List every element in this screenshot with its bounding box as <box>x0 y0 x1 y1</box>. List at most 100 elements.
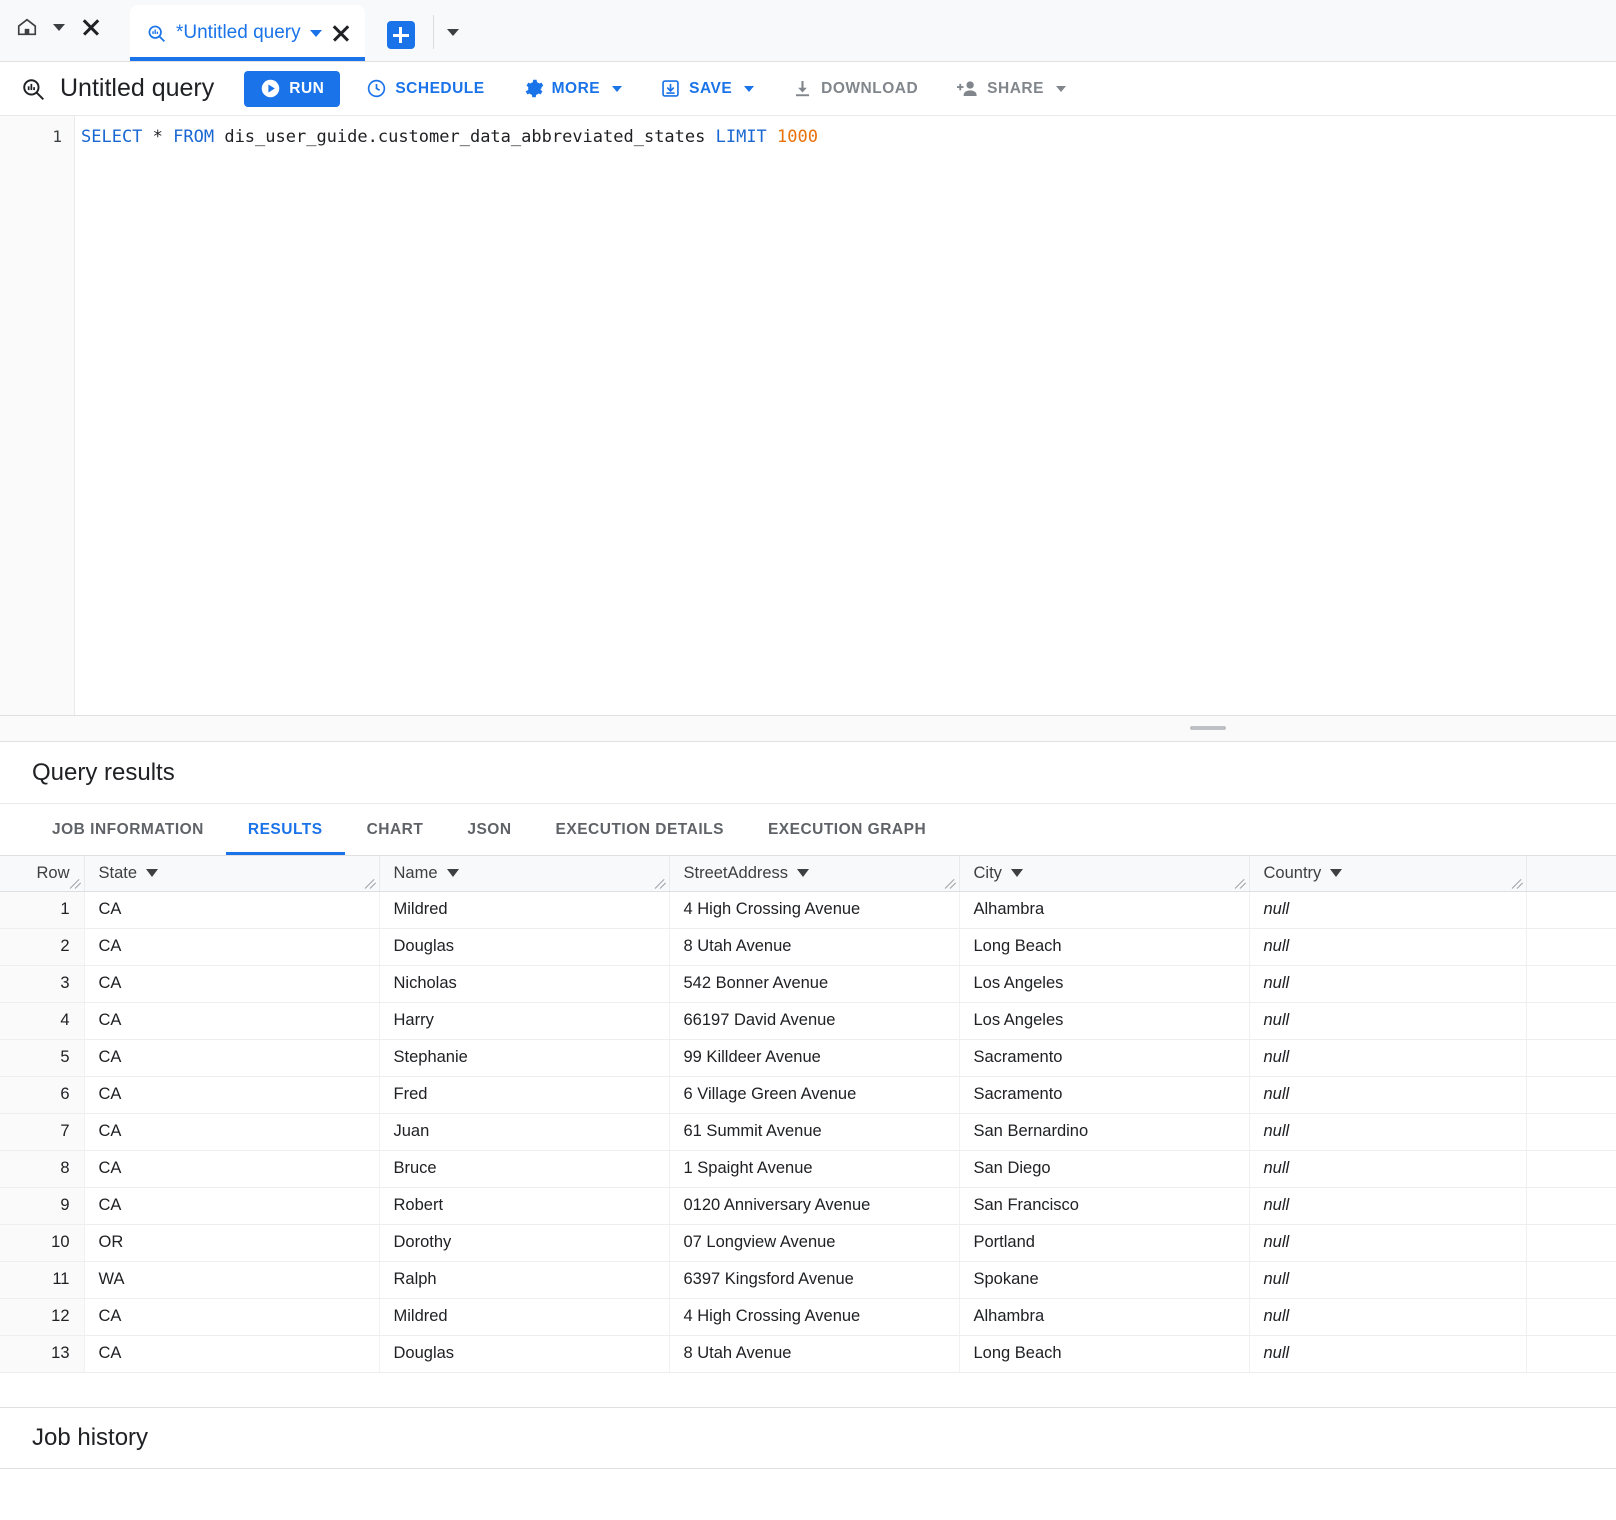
cell-city[interactable]: Sacramento <box>959 1076 1249 1113</box>
run-button[interactable]: RUN <box>244 71 340 107</box>
cell-country[interactable]: null <box>1249 1335 1526 1372</box>
cell-streetaddress[interactable]: 6397 Kingsford Avenue <box>669 1261 959 1298</box>
column-resize-handle-streetaddress[interactable] <box>945 878 957 890</box>
cell-state[interactable]: CA <box>84 965 379 1002</box>
cell-streetaddress[interactable]: 07 Longview Avenue <box>669 1224 959 1261</box>
cell-state[interactable]: WA <box>84 1261 379 1298</box>
column-header-row[interactable]: Row <box>0 856 84 891</box>
schedule-button[interactable]: SCHEDULE <box>354 71 496 107</box>
table-row[interactable]: 2CADouglas8 Utah AvenueLong Beachnull <box>0 928 1616 965</box>
cell-country[interactable]: null <box>1249 1298 1526 1335</box>
cell-state[interactable]: CA <box>84 1187 379 1224</box>
cell-city[interactable]: San Bernardino <box>959 1113 1249 1150</box>
cell-city[interactable]: San Diego <box>959 1150 1249 1187</box>
tab-execution-details[interactable]: EXECUTION DETAILS <box>534 804 746 855</box>
cell-name[interactable]: Douglas <box>379 1335 669 1372</box>
column-resize-handle-name[interactable] <box>655 878 667 890</box>
cell-name[interactable]: Bruce <box>379 1150 669 1187</box>
cell-streetaddress[interactable]: 61 Summit Avenue <box>669 1113 959 1150</box>
cell-city[interactable]: Long Beach <box>959 1335 1249 1372</box>
cell-country[interactable]: null <box>1249 928 1526 965</box>
cell-streetaddress[interactable]: 0120 Anniversary Avenue <box>669 1187 959 1224</box>
table-row[interactable]: 4CAHarry66197 David AvenueLos Angelesnul… <box>0 1002 1616 1039</box>
sort-chevron-down-icon-country[interactable] <box>1330 869 1342 877</box>
cell-state[interactable]: CA <box>84 891 379 928</box>
cell-country[interactable]: null <box>1249 1261 1526 1298</box>
download-button[interactable]: DOWNLOAD <box>780 71 930 107</box>
cell-streetaddress[interactable]: 4 High Crossing Avenue <box>669 1298 959 1335</box>
table-row[interactable]: 3CANicholas542 Bonner AvenueLos Angelesn… <box>0 965 1616 1002</box>
panel-splitter[interactable] <box>0 716 1616 742</box>
share-button[interactable]: SHARE <box>944 71 1078 107</box>
cell-name[interactable]: Nicholas <box>379 965 669 1002</box>
cell-name[interactable]: Douglas <box>379 928 669 965</box>
cell-streetaddress[interactable]: 4 High Crossing Avenue <box>669 891 959 928</box>
column-resize-handle-country[interactable] <box>1512 878 1524 890</box>
tab-list-chevron-down-icon[interactable] <box>440 17 466 47</box>
table-row[interactable]: 8CABruce1 Spaight AvenueSan Diegonull <box>0 1150 1616 1187</box>
cell-city[interactable]: Sacramento <box>959 1039 1249 1076</box>
cell-city[interactable]: Alhambra <box>959 891 1249 928</box>
job-history-section[interactable]: Job history <box>0 1407 1616 1469</box>
cell-state[interactable]: CA <box>84 1076 379 1113</box>
cell-state[interactable]: CA <box>84 928 379 965</box>
query-tab[interactable]: *Untitled query <box>130 5 365 61</box>
column-resize-handle-row[interactable] <box>70 878 82 890</box>
cell-country[interactable]: null <box>1249 891 1526 928</box>
cell-streetaddress[interactable]: 8 Utah Avenue <box>669 928 959 965</box>
save-button[interactable]: SAVE <box>648 71 766 107</box>
query-tab-chevron-down-icon[interactable] <box>310 30 322 37</box>
cell-state[interactable]: CA <box>84 1113 379 1150</box>
cell-streetaddress[interactable]: 6 Village Green Avenue <box>669 1076 959 1113</box>
query-tab-close-icon[interactable] <box>331 23 351 43</box>
sql-editor[interactable]: 1 SELECT * FROM dis_user_guide.customer_… <box>0 116 1616 716</box>
home-close-icon[interactable] <box>74 10 108 44</box>
cell-state[interactable]: CA <box>84 1335 379 1372</box>
table-row[interactable]: 5CAStephanie99 Killdeer AvenueSacramento… <box>0 1039 1616 1076</box>
cell-country[interactable]: null <box>1249 1002 1526 1039</box>
cell-city[interactable]: Los Angeles <box>959 965 1249 1002</box>
tab-results[interactable]: RESULTS <box>226 804 345 855</box>
cell-streetaddress[interactable]: 542 Bonner Avenue <box>669 965 959 1002</box>
splitter-drag-handle[interactable] <box>1190 726 1226 730</box>
home-icon[interactable] <box>10 10 44 44</box>
column-resize-handle-city[interactable] <box>1235 878 1247 890</box>
cell-country[interactable]: null <box>1249 1187 1526 1224</box>
table-row[interactable]: 6CAFred6 Village Green AvenueSacramenton… <box>0 1076 1616 1113</box>
cell-country[interactable]: null <box>1249 1150 1526 1187</box>
cell-name[interactable]: Ralph <box>379 1261 669 1298</box>
sort-chevron-down-icon-city[interactable] <box>1011 869 1023 877</box>
tab-json[interactable]: JSON <box>445 804 533 855</box>
table-row[interactable]: 12CAMildred4 High Crossing AvenueAlhambr… <box>0 1298 1616 1335</box>
tab-execution-graph[interactable]: EXECUTION GRAPH <box>746 804 948 855</box>
new-tab-button[interactable] <box>387 21 415 49</box>
column-header-name[interactable]: Name <box>379 856 669 891</box>
cell-name[interactable]: Mildred <box>379 891 669 928</box>
column-header-city[interactable]: City <box>959 856 1249 891</box>
cell-state[interactable]: CA <box>84 1150 379 1187</box>
table-row[interactable]: 1CAMildred4 High Crossing AvenueAlhambra… <box>0 891 1616 928</box>
table-row[interactable]: 10ORDorothy07 Longview AvenuePortlandnul… <box>0 1224 1616 1261</box>
cell-city[interactable]: Portland <box>959 1224 1249 1261</box>
table-row[interactable]: 11WARalph6397 Kingsford AvenueSpokanenul… <box>0 1261 1616 1298</box>
sort-chevron-down-icon-name[interactable] <box>447 869 459 877</box>
table-row[interactable]: 9CARobert0120 Anniversary AvenueSan Fran… <box>0 1187 1616 1224</box>
cell-country[interactable]: null <box>1249 1113 1526 1150</box>
cell-state[interactable]: CA <box>84 1002 379 1039</box>
cell-name[interactable]: Dorothy <box>379 1224 669 1261</box>
cell-city[interactable]: Los Angeles <box>959 1002 1249 1039</box>
cell-name[interactable]: Harry <box>379 1002 669 1039</box>
column-header-country[interactable]: Country <box>1249 856 1526 891</box>
column-resize-handle-state[interactable] <box>365 878 377 890</box>
cell-streetaddress[interactable]: 99 Killdeer Avenue <box>669 1039 959 1076</box>
cell-country[interactable]: null <box>1249 1039 1526 1076</box>
cell-state[interactable]: OR <box>84 1224 379 1261</box>
cell-country[interactable]: null <box>1249 1076 1526 1113</box>
more-button[interactable]: MORE <box>511 71 635 107</box>
cell-city[interactable]: San Francisco <box>959 1187 1249 1224</box>
cell-country[interactable]: null <box>1249 965 1526 1002</box>
column-header-state[interactable]: State <box>84 856 379 891</box>
cell-name[interactable]: Juan <box>379 1113 669 1150</box>
cell-name[interactable]: Mildred <box>379 1298 669 1335</box>
cell-streetaddress[interactable]: 8 Utah Avenue <box>669 1335 959 1372</box>
